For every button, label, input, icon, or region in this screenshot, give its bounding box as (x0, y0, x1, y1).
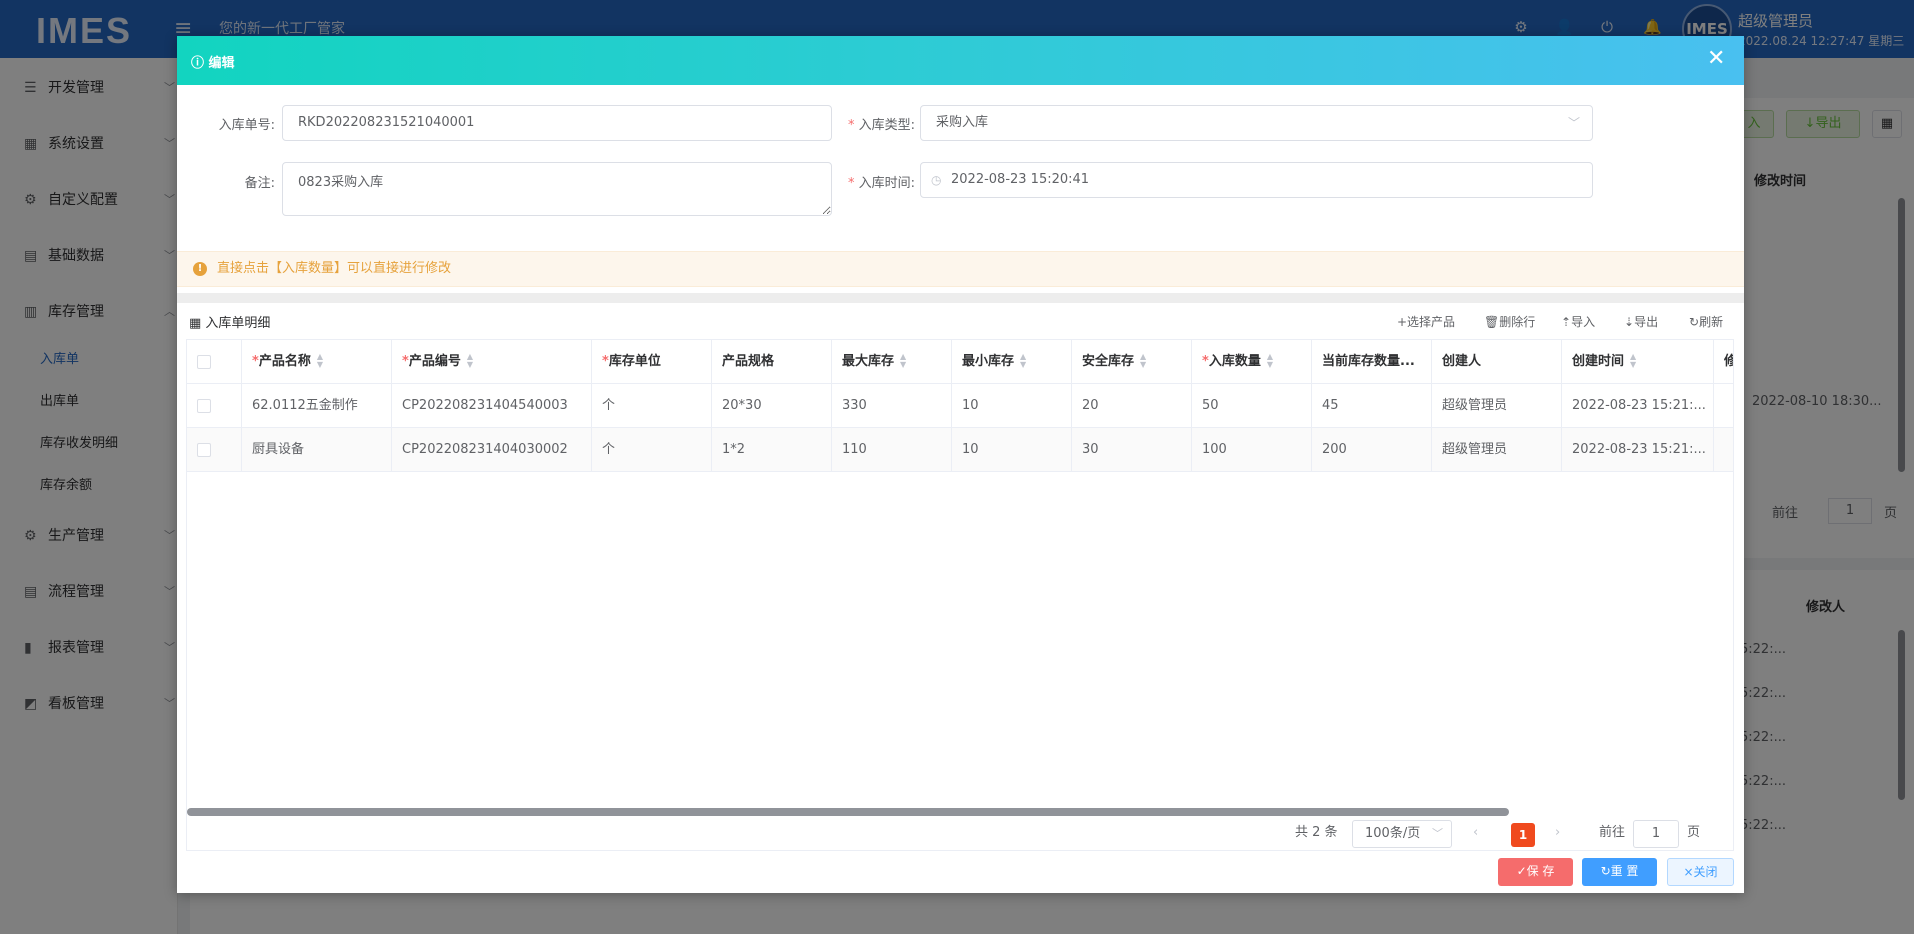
page-size-select[interactable]: 100条/页 ﹀ (1352, 820, 1452, 848)
col-product-name[interactable]: *产品名称 ▲ ▼ (242, 340, 392, 384)
chevron-down-icon: ﹀ (1567, 116, 1580, 130)
col-safety-stock[interactable]: 安全库存 ▲ ▼ (1072, 340, 1192, 384)
detail-table: *产品名称 ▲ ▼ *产品编号 ▲ ▼ *库存单位 产品规格 最大库存 ▲ ▼ 最小库存 ▲ ▼… (186, 339, 1734, 851)
sort-icon[interactable]: ▲ ▼ (317, 352, 323, 369)
pager-total: 共 2 条 (1295, 825, 1338, 840)
cell-product-spec: 1*2 (712, 428, 832, 472)
info-icon: ⓘ (191, 56, 209, 71)
order-no-label: 入库单号: (218, 118, 275, 133)
cell-inbound-qty[interactable]: 50 (1192, 384, 1312, 428)
table-header-row: *产品名称 ▲ ▼ *产品编号 ▲ ▼ *库存单位 产品规格 最大库存 ▲ ▼ 最小库存 ▲ ▼… (187, 340, 1733, 384)
cell-safety-stock: 30 (1072, 428, 1192, 472)
col-creator: 创建人 (1432, 340, 1562, 384)
table-horizontal-scrollbar[interactable] (187, 808, 1509, 816)
order-no-input[interactable]: RKD202208231521040001 (282, 105, 832, 141)
section-divider (177, 293, 1744, 303)
cell-min-stock: 10 (952, 384, 1072, 428)
cell-creator: 超级管理员 (1432, 428, 1562, 472)
header-checkbox-cell (187, 340, 242, 384)
col-create-time[interactable]: 创建时间 ▲ ▼ (1562, 340, 1714, 384)
warning-icon: ! (193, 262, 207, 276)
cell-safety-stock: 20 (1072, 384, 1192, 428)
delete-row-button[interactable]: 🗑删除行 (1484, 313, 1535, 330)
inbound-type-label: * 入库类型: (847, 118, 915, 133)
grid-icon: ▦ (189, 316, 206, 331)
pager-goto-label: 前往 (1599, 825, 1626, 840)
col-modify-partial: 修 (1714, 340, 1733, 384)
dialog-header: ⓘ 编辑 ✕ (177, 36, 1744, 85)
inbound-time-picker[interactable]: ◷ 2022-08-23 15:20:41 (920, 162, 1593, 198)
select-all-checkbox[interactable] (197, 355, 211, 369)
pager-page-label: 页 (1687, 825, 1701, 840)
cell-product-name: 厨具设备 (242, 428, 392, 472)
cell-modify-partial (1714, 384, 1733, 428)
col-product-code[interactable]: *产品编号 ▲ ▼ (392, 340, 592, 384)
cell-min-stock: 10 (952, 428, 1072, 472)
sort-icon[interactable]: ▲ ▼ (900, 352, 906, 369)
current-page[interactable]: 1 (1511, 823, 1535, 847)
col-min-stock[interactable]: 最小库存 ▲ ▼ (952, 340, 1072, 384)
row-checkbox[interactable] (197, 443, 211, 457)
cell-max-stock: 330 (832, 384, 952, 428)
cell-product-code: CP202208231404540003 (392, 384, 592, 428)
remark-textarea[interactable]: 0823采购入库 (282, 162, 832, 216)
import-button[interactable]: ⇡导入 (1561, 313, 1595, 330)
table-row[interactable]: 厨具设备 CP202208231404030002 个 1*2 110 10 3… (187, 428, 1733, 472)
refresh-button[interactable]: ↻刷新 (1689, 313, 1723, 330)
col-max-stock[interactable]: 最大库存 ▲ ▼ (832, 340, 952, 384)
cell-modify-partial (1714, 428, 1733, 472)
sort-icon[interactable]: ▲ ▼ (1267, 352, 1273, 369)
select-product-button[interactable]: +选择产品 (1397, 313, 1455, 330)
cell-product-spec: 20*30 (712, 384, 832, 428)
cell-create-time: 2022-08-23 15:21:... (1562, 428, 1714, 472)
next-page-icon[interactable]: › (1555, 816, 1560, 850)
detail-title: ▦ 入库单明细 (189, 316, 271, 331)
chevron-down-icon: ﹀ (1432, 827, 1443, 840)
refresh-icon: ↻ (1689, 315, 1700, 329)
cell-max-stock: 110 (832, 428, 952, 472)
clock-icon: ◷ (931, 173, 942, 187)
row-checkbox[interactable] (197, 399, 211, 413)
inbound-time-label: * 入库时间: (847, 176, 915, 191)
export-button[interactable]: ⇣导出 (1624, 313, 1658, 330)
cell-current-stock: 45 (1312, 384, 1432, 428)
cell-product-code: CP202208231404030002 (392, 428, 592, 472)
edit-dialog: ⓘ 编辑 ✕ 入库单号: RKD202208231521040001 * 入库类… (177, 36, 1744, 893)
cell-create-time: 2022-08-23 15:21:... (1562, 384, 1714, 428)
close-button[interactable]: ×关闭 (1667, 858, 1734, 886)
table-row[interactable]: 62.0112五金制作 CP202208231404540003 个 20*30… (187, 384, 1733, 428)
prev-page-icon[interactable]: ‹ (1473, 816, 1478, 850)
cell-inbound-qty[interactable]: 100 (1192, 428, 1312, 472)
reset-button[interactable]: ↻重 置 (1582, 858, 1657, 886)
sort-icon[interactable]: ▲ ▼ (1630, 352, 1636, 369)
trash-icon: 🗑 (1484, 315, 1500, 329)
save-button[interactable]: ✓保 存 (1498, 858, 1573, 886)
upload-icon: ⇡ (1561, 315, 1572, 329)
dialog-title: ⓘ 编辑 (191, 56, 235, 71)
inbound-type-select[interactable]: 采购入库 ﹀ (920, 105, 1593, 141)
remark-label: 备注: (244, 176, 275, 191)
sort-icon[interactable]: ▲ ▼ (1140, 352, 1146, 369)
col-current-stock[interactable]: 当前库存数量... (1312, 340, 1432, 384)
cell-creator: 超级管理员 (1432, 384, 1562, 428)
close-icon[interactable]: ✕ (1707, 46, 1725, 71)
cell-stock-unit: 个 (592, 428, 712, 472)
cell-product-name: 62.0112五金制作 (242, 384, 392, 428)
col-inbound-qty[interactable]: *入库数量 ▲ ▼ (1192, 340, 1312, 384)
pager-goto-input[interactable]: 1 (1633, 820, 1679, 848)
sort-icon[interactable]: ▲ ▼ (1020, 352, 1026, 369)
download-icon: ⇣ (1624, 315, 1635, 329)
sort-icon[interactable]: ▲ ▼ (467, 352, 473, 369)
cell-current-stock: 200 (1312, 428, 1432, 472)
cell-stock-unit: 个 (592, 384, 712, 428)
col-product-spec: 产品规格 (712, 340, 832, 384)
col-stock-unit: *库存单位 (592, 340, 712, 384)
edit-hint-alert: ! 直接点击【入库数量】可以直接进行修改 (177, 251, 1744, 287)
